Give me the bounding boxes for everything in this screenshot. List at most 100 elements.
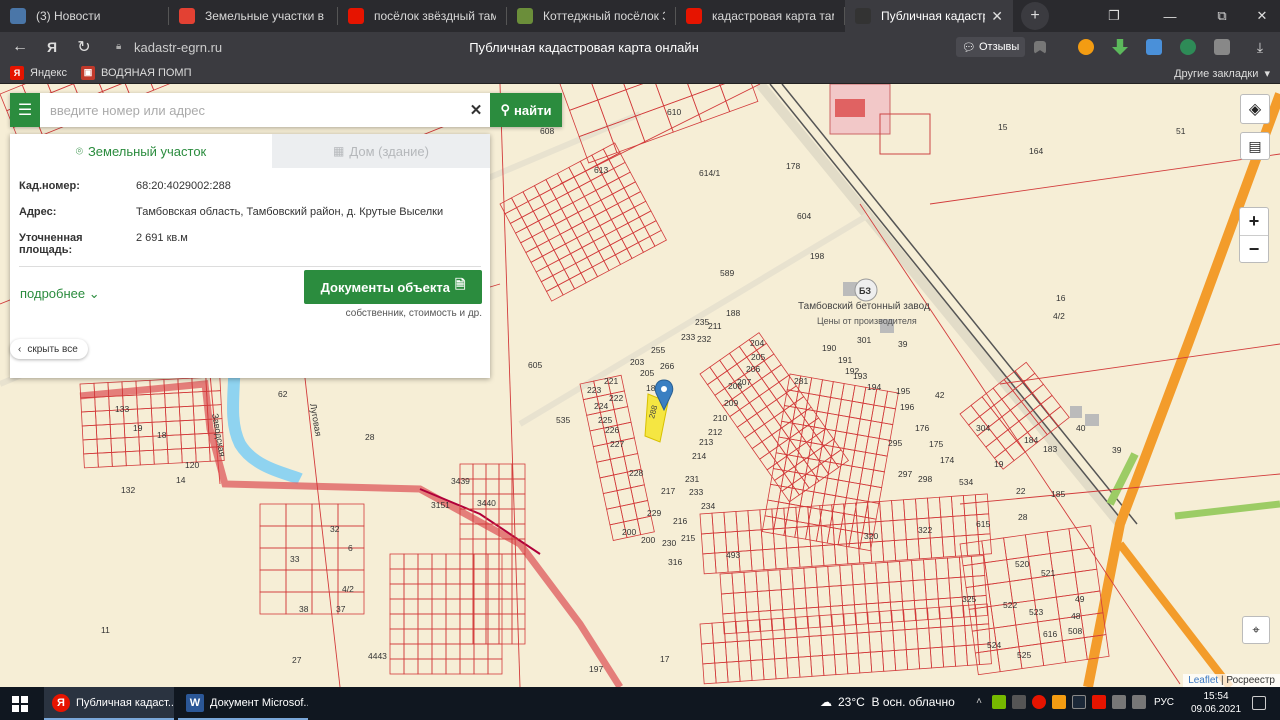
- browser-tab[interactable]: Публичная кадастрова ✕: [845, 0, 1013, 32]
- browser-tab[interactable]: кадастровая карта тамбо: [676, 0, 844, 32]
- tab-list-icon[interactable]: ❐: [1096, 0, 1132, 32]
- weather-text: 23°C В осн. облачно: [838, 695, 955, 709]
- start-button[interactable]: [0, 687, 40, 720]
- parcel-number-label: 215: [681, 533, 695, 543]
- new-tab-button[interactable]: +: [1021, 2, 1049, 30]
- clock[interactable]: 15:54 09.06.2021: [1190, 690, 1242, 716]
- extension-blue-icon[interactable]: [1146, 39, 1162, 55]
- parcel-number-label: 198: [810, 251, 824, 261]
- parcel-number-label: 51: [1176, 126, 1186, 136]
- shield-extension-icon[interactable]: [1180, 39, 1196, 55]
- parcel-number-label: 39: [898, 339, 908, 349]
- cadastral-map[interactable]: 608610613614/11786041986055353685/315164…: [0, 84, 1280, 687]
- tray-extension-icon[interactable]: [1052, 695, 1066, 709]
- measure-button[interactable]: ▤: [1240, 132, 1270, 160]
- parcel-number-label: 224: [594, 401, 608, 411]
- notifications-icon[interactable]: [1252, 696, 1266, 710]
- restore-button[interactable]: ⧉: [1204, 0, 1240, 32]
- downloads-icon[interactable]: ⤓: [1252, 39, 1268, 55]
- yandex-tray-icon[interactable]: [1032, 695, 1046, 709]
- tab-land-plot[interactable]: ⌾ Земельный участок: [10, 134, 272, 168]
- parcel-number-label: 610: [667, 107, 681, 117]
- hide-all-button[interactable]: ‹ скрыть все: [10, 339, 88, 359]
- parcel-number-label: 255: [651, 345, 665, 355]
- parcel-number-label: 42: [935, 390, 945, 400]
- clear-search-button[interactable]: ✕: [462, 93, 490, 127]
- parcel-number-label: 3440: [477, 498, 496, 508]
- tab-house[interactable]: ▦ Дом (здание): [272, 134, 490, 168]
- close-tab-icon[interactable]: ✕: [991, 8, 1003, 25]
- find-label: найти: [514, 102, 552, 118]
- search-input[interactable]: [40, 93, 462, 127]
- parcel-number-label: 217: [661, 486, 675, 496]
- parcel-number-label: 266: [660, 361, 674, 371]
- extension-orange-icon[interactable]: [1078, 39, 1094, 55]
- parcel-number-label: 17: [660, 654, 670, 664]
- close-window-button[interactable]: ✕: [1244, 0, 1280, 32]
- documents-button[interactable]: Документы объекта 🗎︎: [304, 270, 482, 304]
- parcel-number-label: 209: [724, 398, 738, 408]
- leaflet-link[interactable]: Leaflet: [1188, 675, 1218, 686]
- browser-tab[interactable]: (3) Новости: [0, 0, 168, 32]
- yandex-disk-icon[interactable]: [1092, 695, 1106, 709]
- more-details-link[interactable]: подробнее ⌄: [20, 286, 100, 302]
- parcel-number-label: 231: [685, 474, 699, 484]
- parcel-number-label: 200: [622, 527, 636, 537]
- network-icon[interactable]: [1112, 695, 1126, 709]
- steam-icon[interactable]: [1072, 695, 1086, 709]
- parcel-number-label: 188: [726, 308, 740, 318]
- field-label: Адрес:: [19, 206, 57, 218]
- tab-house-label: Дом (здание): [349, 143, 429, 159]
- zoom-out-button[interactable]: −: [1240, 235, 1268, 262]
- browser-tab[interactable]: Земельные участки в Там: [169, 0, 337, 32]
- factory-name[interactable]: Тамбовский бетонный завод: [798, 301, 930, 312]
- weather-widget[interactable]: ☁ 23°C В осн. облачно: [820, 695, 955, 709]
- parcel-number-label: 11: [101, 625, 110, 635]
- browser-tab[interactable]: посёлок звёздный тамбо: [338, 0, 506, 32]
- parcel-number-label: 614/1: [699, 168, 721, 178]
- parcel-number-label: 120: [185, 460, 199, 470]
- field-label: Кад.номер:: [19, 180, 80, 192]
- parcel-number-label: 190: [822, 343, 836, 353]
- parcel-number-label: 222: [609, 393, 623, 403]
- language-indicator[interactable]: РУС: [1154, 697, 1174, 708]
- divider: [19, 266, 481, 267]
- tab-strip: (3) Новости Земельные участки в Там посёло…: [0, 0, 1013, 32]
- zoom-in-button[interactable]: +: [1240, 208, 1268, 235]
- locate-button[interactable]: ⌖: [1242, 616, 1270, 644]
- bookmark-pump[interactable]: ▣ ВОДЯНАЯ ПОМП: [81, 65, 192, 80]
- taskbar-app-browser[interactable]: Я Публичная кадаст...: [44, 687, 174, 720]
- parcel-number-label: 232: [697, 334, 711, 344]
- parcel-number-label: 6: [348, 543, 353, 553]
- layers-button[interactable]: ◈: [1240, 94, 1270, 124]
- bookmark-yandex[interactable]: Я Яндекс: [10, 65, 67, 80]
- parcel-number-label: 176: [915, 423, 929, 433]
- menu-button[interactable]: ☰: [10, 93, 40, 127]
- browser-tab[interactable]: Коттеджный посёлок Звё: [507, 0, 675, 32]
- taskbar-app-word[interactable]: W Документ Microsof...: [178, 687, 308, 720]
- parcel-number-label: 316: [668, 557, 682, 567]
- parcel-number-label: 178: [786, 161, 800, 171]
- volume-icon[interactable]: [1132, 695, 1146, 709]
- parcel-number-label: 193: [853, 371, 867, 381]
- parcel-number-label: 37: [336, 604, 346, 614]
- parcel-number-label: 48: [1071, 611, 1081, 621]
- chevron-down-icon: ⌄: [88, 286, 100, 301]
- tab-land-label: Земельный участок: [87, 143, 207, 159]
- area-row: Уточненная площадь: 2 691 кв.м: [10, 232, 490, 256]
- factory-subtitle: Цены от производителя: [817, 316, 917, 326]
- parcel-number-label: 15: [998, 122, 1008, 132]
- minimize-button[interactable]: —: [1152, 0, 1188, 32]
- reviews-button[interactable]: 💬︎ Отзывы: [956, 37, 1026, 57]
- parcel-number-label: 221: [604, 376, 618, 386]
- find-button[interactable]: ⚲ найти: [490, 93, 562, 127]
- nvidia-icon[interactable]: [992, 695, 1006, 709]
- other-bookmarks[interactable]: Другие закладки ▾: [1174, 67, 1270, 80]
- field-value: Тамбовская область, Тамбовский район, д.…: [136, 206, 444, 218]
- chevron-up-icon[interactable]: ˄: [972, 695, 986, 709]
- tray-app-icon[interactable]: [1012, 695, 1026, 709]
- parcel-number-label: 204: [750, 338, 764, 348]
- parcel-number-label: 233: [689, 487, 703, 497]
- pump-icon: ▣: [81, 65, 95, 80]
- extension-grey-icon[interactable]: [1214, 39, 1230, 55]
